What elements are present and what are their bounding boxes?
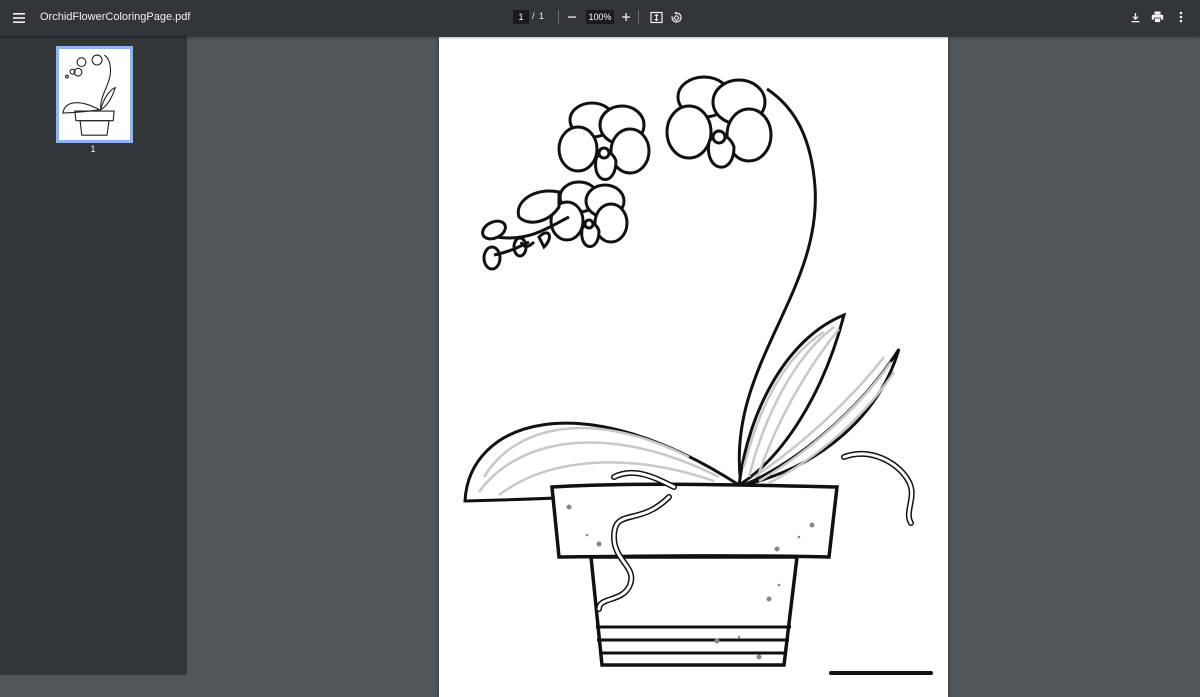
menu-icon[interactable] <box>10 9 28 27</box>
orchid-coloring-illustration <box>463 75 933 675</box>
current-page-input[interactable]: 1 <box>513 10 529 24</box>
toolbar-divider <box>558 10 559 24</box>
orchid-flower-medium <box>557 101 651 181</box>
orchid-flower-large <box>665 75 773 169</box>
document-title: OrchidFlowerColoringPage.pdf <box>40 11 191 23</box>
rotate-icon[interactable] <box>669 10 683 24</box>
pot-rim <box>550 482 839 559</box>
more-options-icon[interactable] <box>1174 10 1188 24</box>
orchid-buds <box>481 189 561 271</box>
pot-body <box>589 555 799 667</box>
fit-page-icon[interactable] <box>649 10 663 24</box>
thumbnail-preview-image <box>62 54 117 136</box>
zoom-out-icon[interactable] <box>565 10 579 24</box>
watermark-mark <box>829 671 933 675</box>
total-pages: 1 <box>539 11 545 21</box>
pdf-page <box>439 37 948 697</box>
download-icon[interactable] <box>1128 10 1142 24</box>
toolbar-divider <box>638 10 639 24</box>
orchid-flower-small <box>549 180 629 248</box>
pdf-toolbar: OrchidFlowerColoringPage.pdf 1 / 1 100% <box>0 0 1200 36</box>
thumbnail-sidebar: 1 <box>0 36 187 675</box>
print-icon[interactable] <box>1150 10 1164 24</box>
zoom-in-icon[interactable] <box>619 10 633 24</box>
thumbnail-page-number: 1 <box>90 144 96 154</box>
page-thumbnail[interactable] <box>56 46 133 143</box>
page-separator: / <box>532 11 535 21</box>
zoom-level-input[interactable]: 100% <box>586 10 614 24</box>
